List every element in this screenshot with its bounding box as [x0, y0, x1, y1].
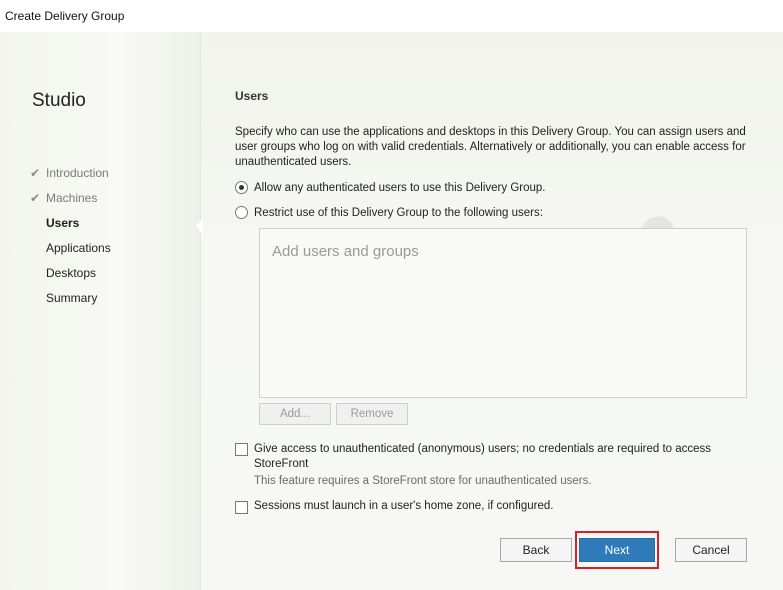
main-panel: Users Specify who can use the applicatio… — [201, 32, 783, 590]
step-label: Users — [46, 216, 80, 230]
step-label: Introduction — [46, 166, 109, 180]
step-machines[interactable]: ✔ Machines — [30, 189, 111, 214]
users-placeholder: Add users and groups — [272, 243, 419, 260]
step-label: Desktops — [46, 266, 97, 280]
studio-brand: Studio — [32, 90, 86, 111]
title-bar: Create Delivery Group — [0, 0, 783, 32]
anonymous-access-label-line1: Give access to unauthenticated (anonymou… — [254, 443, 712, 455]
home-zone-label: Sessions must launch in a user's home zo… — [254, 500, 554, 512]
step-label: Applications — [46, 241, 111, 255]
page-title: Users — [235, 89, 269, 103]
restrict-users-label: Restrict use of this Delivery Group to t… — [254, 206, 543, 219]
allow-any-users-option[interactable]: Allow any authenticated users to use thi… — [235, 181, 545, 194]
page-description: Specify who can use the applications and… — [235, 126, 746, 168]
step-introduction[interactable]: ✔ Introduction — [30, 164, 111, 189]
home-zone-option[interactable]: Sessions must launch in a user's home zo… — [235, 500, 553, 514]
restrict-users-radio[interactable] — [235, 206, 248, 219]
allow-any-users-radio[interactable] — [235, 181, 248, 194]
anonymous-access-note: This feature requires a StoreFront store… — [254, 475, 592, 487]
step-applications[interactable]: Applications — [30, 239, 111, 264]
anonymous-access-checkbox[interactable] — [235, 443, 248, 456]
anonymous-access-option[interactable]: Give access to unauthenticated (anonymou… — [235, 442, 755, 472]
step-label: Summary — [46, 291, 98, 305]
restrict-users-option[interactable]: Restrict use of this Delivery Group to t… — [235, 206, 543, 219]
remove-button[interactable]: Remove — [336, 403, 408, 425]
users-list-box[interactable]: Add users and groups — [259, 228, 747, 398]
checkmark-icon: ✔ — [30, 166, 41, 180]
step-users[interactable]: Users — [30, 214, 111, 239]
window-title: Create Delivery Group — [5, 9, 125, 23]
step-summary[interactable]: Summary — [30, 289, 111, 314]
cancel-button[interactable]: Cancel — [675, 538, 747, 562]
step-label: Machines — [46, 191, 98, 205]
wizard-window: Studio ✔ Introduction ✔ Machines Users A… — [0, 32, 783, 590]
add-button[interactable]: Add... — [259, 403, 331, 425]
anonymous-access-label-line2: StoreFront — [254, 458, 309, 470]
step-desktops[interactable]: Desktops — [30, 264, 111, 289]
wizard-steps: ✔ Introduction ✔ Machines Users Applicat… — [30, 164, 111, 314]
anonymous-access-label: Give access to unauthenticated (anonymou… — [254, 442, 711, 472]
allow-any-users-label: Allow any authenticated users to use thi… — [254, 181, 546, 194]
back-button[interactable]: Back — [500, 538, 572, 562]
checkmark-icon: ✔ — [30, 191, 41, 205]
sidebar: Studio ✔ Introduction ✔ Machines Users A… — [0, 32, 200, 590]
home-zone-checkbox[interactable] — [235, 501, 248, 514]
next-button-highlight — [575, 531, 659, 569]
